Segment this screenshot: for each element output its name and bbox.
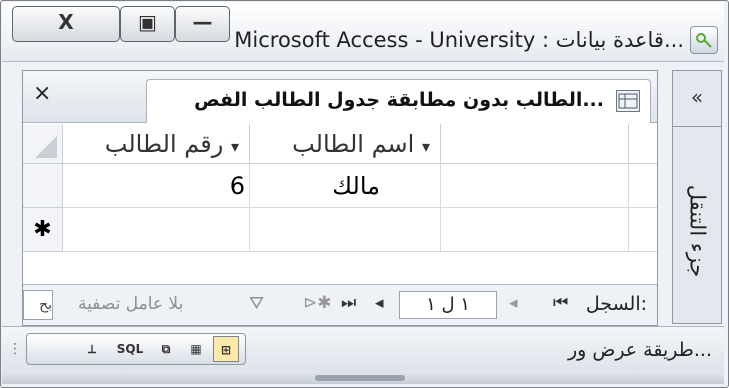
minimize-window-button[interactable]: — xyxy=(175,6,230,42)
search-input[interactable]: بح xyxy=(23,290,53,320)
bottom-notch xyxy=(315,375,405,381)
column-header-label: اسم الطالب xyxy=(292,130,415,158)
current-record-field[interactable]: ١ ل ١ xyxy=(399,291,497,319)
tab-title: الطالب بدون مطابقة جدول الطالب الفص... xyxy=(194,89,604,111)
close-window-button[interactable]: X xyxy=(12,6,120,42)
nav-divider xyxy=(673,126,721,127)
select-all-corner[interactable] xyxy=(23,124,63,164)
previous-record-button[interactable]: ◂ xyxy=(509,293,518,313)
query-icon xyxy=(616,90,640,112)
close-tab-icon[interactable]: × xyxy=(33,81,51,106)
column-header-student-id[interactable]: رقم الطالب ▾ xyxy=(63,124,250,164)
cell-student-name[interactable]: مالك xyxy=(250,164,441,208)
new-record-button[interactable]: ⊳✱ xyxy=(303,293,332,313)
window-title: Microsoft Access - University : قاعدة بي… xyxy=(234,28,684,52)
first-record-button[interactable]: ⏮ xyxy=(553,293,568,313)
chevron-down-icon[interactable]: ▾ xyxy=(422,137,430,156)
document-tab-bar: × الطالب بدون مطابقة جدول الطالب الفص... xyxy=(23,71,657,123)
cell-empty xyxy=(629,164,657,208)
filter-status[interactable]: بلا عامل تصفية xyxy=(78,294,183,314)
pivot-chart-view-button[interactable]: ⧉ xyxy=(153,336,179,362)
view-switcher: ⊞ ▦ ⧉ SQL ⟂ xyxy=(26,333,246,365)
chevron-down-icon[interactable]: ▾ xyxy=(231,137,239,156)
sql-view-button[interactable]: SQL xyxy=(111,336,149,362)
cell-student-id[interactable]: 6 xyxy=(63,164,250,208)
filter-icon[interactable]: ⛛ xyxy=(249,293,264,314)
restore-icon: ▣ xyxy=(138,10,157,34)
title-bar[interactable]: X ▣ — Microsoft Access - University : قا… xyxy=(2,2,724,62)
new-record-marker[interactable]: ✱ xyxy=(23,208,63,252)
new-row-cell xyxy=(629,208,657,252)
record-label: السجل: xyxy=(585,293,647,315)
column-header-label: رقم الطالب xyxy=(104,130,224,158)
cell-empty[interactable] xyxy=(441,164,629,208)
last-record-button[interactable]: ⏭ xyxy=(341,293,356,313)
query-document-window: × الطالب بدون مطابقة جدول الطالب الفص...… xyxy=(22,70,658,326)
next-record-button[interactable]: ◂ xyxy=(375,293,384,313)
access-key-icon[interactable] xyxy=(690,26,718,54)
design-view-button[interactable]: ⟂ xyxy=(79,336,105,362)
document-tab[interactable]: الطالب بدون مطابقة جدول الطالب الفص... xyxy=(146,79,651,123)
column-header-add[interactable] xyxy=(441,124,629,164)
datasheet-grid: رقم الطالب ▾ اسم الطالب ▾ 6 مالك ✱ xyxy=(23,124,657,284)
expand-chevron-icon[interactable]: « xyxy=(673,85,721,109)
record-navigation-bar: السجل: ⏮ ◂ ١ ل ١ ◂ ⏭ ⊳✱ ⛛ بلا عامل تصفية… xyxy=(23,284,657,325)
pivot-table-view-button[interactable]: ▦ xyxy=(183,336,209,362)
restore-window-button[interactable]: ▣ xyxy=(120,6,175,42)
new-row-cell[interactable] xyxy=(441,208,629,252)
new-row-cell[interactable] xyxy=(250,208,441,252)
status-bar: طريقة عرض ور... ⋮⋮ ⊞ ▦ ⧉ SQL ⟂ xyxy=(2,326,724,372)
datasheet-view-button[interactable]: ⊞ xyxy=(213,336,239,362)
new-row-cell[interactable] xyxy=(63,208,250,252)
status-text: طريقة عرض ور... xyxy=(567,339,712,361)
minimize-icon: — xyxy=(192,10,213,34)
column-header-student-name[interactable]: اسم الطالب ▾ xyxy=(250,124,441,164)
column-header-empty xyxy=(629,124,657,164)
navigation-pane-label[interactable]: جزء التنقل xyxy=(675,146,719,316)
close-icon: X xyxy=(58,10,74,34)
navigation-pane[interactable]: « جزء التنقل xyxy=(672,70,722,324)
row-selector[interactable] xyxy=(23,164,63,208)
